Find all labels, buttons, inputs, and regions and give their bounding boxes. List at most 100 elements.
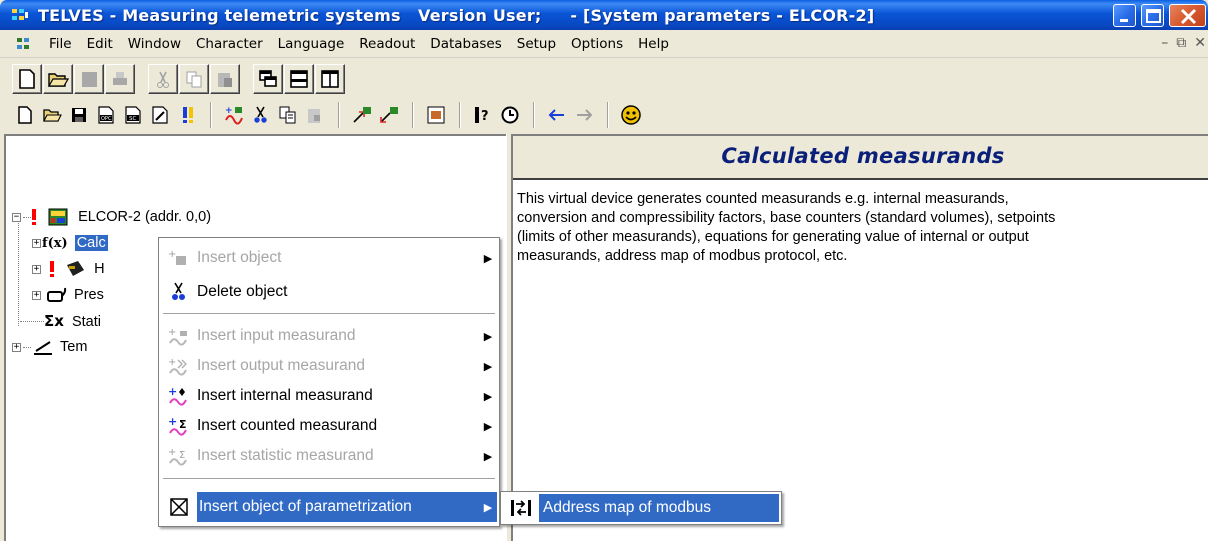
- expand-toggle-icon[interactable]: +: [12, 343, 21, 352]
- details-pane: Calculated measurands This virtual devic…: [512, 134, 1208, 541]
- arrow-right-icon: [577, 109, 593, 121]
- expand-toggle-icon[interactable]: +: [32, 265, 41, 274]
- menu-item-label: Insert input measurand: [197, 327, 356, 344]
- menu-insert-counted-measurand[interactable]: + Σ Insert counted measurand ▶: [161, 411, 497, 441]
- menu-item-label: Insert object: [197, 249, 282, 266]
- description-line: (limits of other measurands), equations …: [517, 229, 1029, 245]
- svg-text:+: +: [168, 447, 176, 458]
- print-button-disabled[interactable]: [105, 64, 135, 94]
- paste-button-disabled[interactable]: [210, 64, 240, 94]
- menu-separator: [163, 478, 495, 479]
- submenu-arrow-icon: ▶: [483, 330, 493, 343]
- menu-insert-object-of-parametrization[interactable]: Insert object of parametrization ▶: [161, 492, 497, 522]
- collapse-toggle-icon[interactable]: −: [12, 213, 21, 222]
- menu-file[interactable]: File: [42, 34, 80, 54]
- menu-delete-object[interactable]: Delete object: [161, 277, 497, 307]
- save-doc-button[interactable]: [66, 101, 92, 129]
- counted-measurand-icon: + Σ: [161, 411, 197, 441]
- tile-vertical-button[interactable]: [315, 64, 345, 94]
- opc-button[interactable]: OPC: [93, 101, 119, 129]
- back-button[interactable]: [544, 101, 570, 129]
- menu-databases[interactable]: Databases: [423, 34, 509, 54]
- cut-button-disabled[interactable]: [148, 64, 178, 94]
- cascade-windows-icon: [259, 70, 277, 87]
- export-button[interactable]: [376, 101, 402, 129]
- menu-setup[interactable]: Setup: [510, 34, 564, 54]
- minimize-button[interactable]: [1113, 4, 1136, 27]
- tile-horizontal-button[interactable]: [284, 64, 314, 94]
- tree-node-calculated[interactable]: f(x) Calc: [42, 233, 108, 253]
- sc-button[interactable]: SC: [120, 101, 146, 129]
- menu-character[interactable]: Character: [189, 34, 271, 54]
- expand-toggle-icon[interactable]: +: [32, 239, 41, 248]
- paste-button-disabled[interactable]: [302, 101, 328, 129]
- close-icon: [1180, 8, 1197, 25]
- open-button[interactable]: [43, 64, 73, 94]
- context-menu: + Insert object ▶ Delete object + Insert…: [158, 237, 500, 527]
- forward-button-disabled[interactable]: [571, 101, 597, 129]
- open-folder-icon: [47, 73, 69, 87]
- about-button[interactable]: [618, 101, 644, 129]
- tree-node-tem[interactable]: Tem: [32, 337, 87, 357]
- open-doc-button[interactable]: [39, 101, 65, 129]
- save-button-disabled[interactable]: [74, 64, 104, 94]
- new-button[interactable]: [12, 64, 42, 94]
- menu-insert-output-measurand[interactable]: + Insert output measurand ▶: [161, 351, 497, 381]
- tree-node-stati[interactable]: Σx Stati: [44, 311, 101, 331]
- tree-node-h[interactable]: H: [48, 259, 105, 279]
- maximize-button[interactable]: [1141, 4, 1164, 27]
- svg-text:Σ: Σ: [179, 450, 185, 461]
- tree-node-label: Stati: [71, 314, 101, 330]
- add-measurand-button[interactable]: +: [221, 101, 247, 129]
- mdi-restore-icon[interactable]: ⧉: [1176, 35, 1186, 51]
- menu-address-map-of-modbus[interactable]: Address map of modbus: [503, 494, 779, 522]
- new-doc-button[interactable]: [12, 101, 38, 129]
- svg-text:+: +: [168, 357, 176, 368]
- sigma-x-icon: Σx: [44, 312, 64, 330]
- app-icon[interactable]: [11, 7, 29, 23]
- calculator-button[interactable]: [423, 101, 449, 129]
- menu-window[interactable]: Window: [121, 34, 189, 54]
- tree-root-label: ELCOR-2 (addr. 0,0): [78, 209, 212, 225]
- menu-item-label: Delete object: [197, 283, 288, 300]
- new-file-icon: [18, 106, 32, 124]
- clock-button[interactable]: [497, 101, 523, 129]
- tree-selected-label: Calc: [74, 235, 108, 251]
- import-arrow-icon: [353, 107, 371, 123]
- menu-readout[interactable]: Readout: [352, 34, 423, 54]
- edit-doc-button[interactable]: [147, 101, 173, 129]
- menu-item-label: Insert internal measurand: [197, 387, 373, 404]
- tree-line: [18, 221, 19, 326]
- menu-options[interactable]: Options: [564, 34, 631, 54]
- menu-help[interactable]: Help: [631, 34, 677, 54]
- menu-item-label: Insert statistic measurand: [197, 447, 374, 464]
- document-window-icon[interactable]: [16, 36, 34, 52]
- menu-edit[interactable]: Edit: [80, 34, 121, 54]
- tree-root-node[interactable]: ELCOR-2 (addr. 0,0): [30, 207, 211, 227]
- import-button[interactable]: [349, 101, 375, 129]
- mdi-close-icon[interactable]: ✕: [1194, 35, 1206, 51]
- menu-insert-statistic-measurand[interactable]: + Σ Insert statistic measurand ▶: [161, 441, 497, 471]
- menu-insert-object[interactable]: + Insert object ▶: [161, 243, 497, 273]
- copy-button[interactable]: [275, 101, 301, 129]
- details-description: This virtual device generates counted me…: [517, 190, 1167, 266]
- copy-icon: [279, 106, 296, 124]
- expand-toggle-icon[interactable]: +: [32, 291, 41, 300]
- close-button[interactable]: [1169, 4, 1206, 27]
- svg-text:+: +: [225, 106, 233, 116]
- cut-button[interactable]: [248, 101, 274, 129]
- copy-button-disabled[interactable]: [179, 64, 209, 94]
- menu-insert-internal-measurand[interactable]: + Insert internal measurand ▶: [161, 381, 497, 411]
- context-help-button[interactable]: ?: [470, 101, 496, 129]
- mdi-minimize-icon[interactable]: –: [1161, 35, 1168, 51]
- arrow-left-icon: [548, 109, 564, 121]
- alert-button[interactable]: [174, 101, 200, 129]
- menu-language[interactable]: Language: [271, 34, 353, 54]
- toolbar-main: [12, 62, 346, 96]
- cascade-button[interactable]: [253, 64, 283, 94]
- menu-bar: File Edit Window Character Language Read…: [0, 30, 1208, 58]
- menu-insert-input-measurand[interactable]: + Insert input measurand ▶: [161, 321, 497, 351]
- details-header: Calculated measurands: [513, 136, 1208, 180]
- title-bar[interactable]: TELVES - Measuring telemetric systems Ve…: [0, 0, 1208, 30]
- tree-node-pres[interactable]: Pres: [46, 285, 104, 305]
